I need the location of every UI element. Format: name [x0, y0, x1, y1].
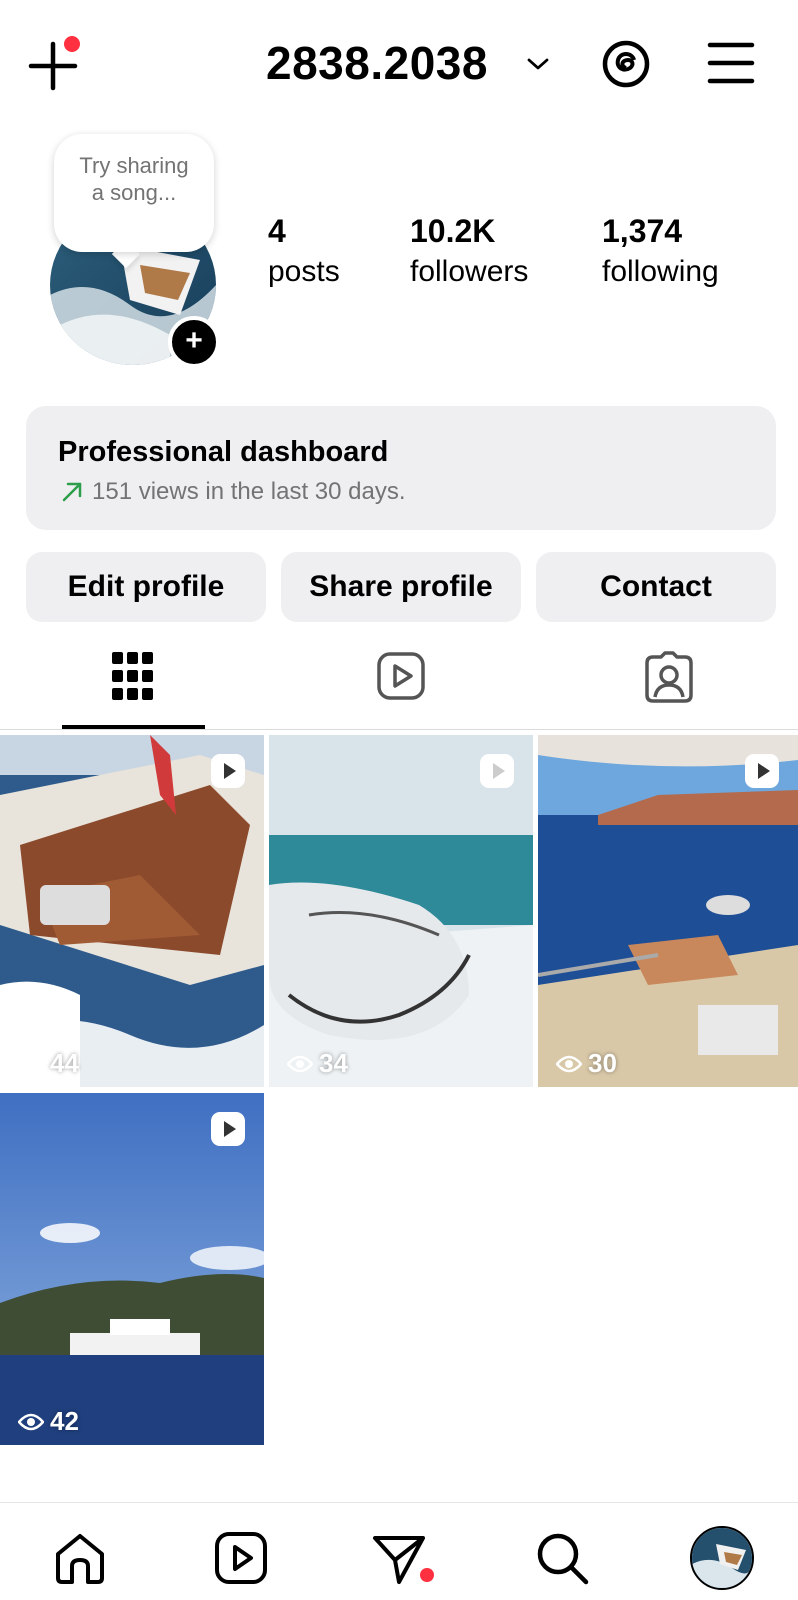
view-count-value: 42: [50, 1406, 79, 1436]
post-tile[interactable]: 44: [0, 735, 264, 1087]
views-icon: [18, 1413, 44, 1430]
notification-dot: [64, 36, 80, 52]
menu-icon[interactable]: [707, 40, 755, 86]
reels-nav-icon[interactable]: [213, 1530, 269, 1586]
share-profile-button[interactable]: Share profile: [281, 552, 521, 622]
stat-posts-label: posts: [268, 255, 340, 288]
dashboard-subtitle: 151 views in the last 30 days.: [92, 478, 406, 505]
view-count: 44: [18, 1048, 79, 1079]
stat-following[interactable]: 1,374 following: [602, 212, 719, 292]
reel-icon: [211, 754, 245, 788]
view-count-value: 34: [319, 1048, 348, 1078]
views-icon: [287, 1055, 313, 1072]
reel-icon: [211, 1112, 245, 1146]
view-count: 42: [18, 1406, 79, 1437]
post-tile[interactable]: 30: [538, 735, 798, 1087]
contact-button[interactable]: Contact: [536, 552, 776, 622]
post-tile[interactable]: 34: [269, 735, 533, 1087]
bottom-nav-divider: [0, 1502, 798, 1503]
view-count: 34: [287, 1048, 348, 1079]
add-story-icon[interactable]: +: [168, 316, 220, 368]
stat-posts-value: 4: [268, 213, 286, 249]
tab-divider: [0, 729, 798, 730]
edit-profile-button[interactable]: Edit profile: [26, 552, 266, 622]
post-tile[interactable]: 42: [0, 1093, 264, 1445]
note-bubble-text: Try sharing a song...: [79, 153, 189, 205]
stat-followers-label: followers: [410, 255, 529, 288]
tagged-icon[interactable]: [643, 651, 695, 703]
stat-followers[interactable]: 10.2K followers: [410, 212, 528, 292]
reel-icon: [745, 754, 779, 788]
account-username[interactable]: 2838.2038: [266, 36, 488, 90]
stat-followers-value: 10.2K: [410, 213, 496, 249]
messages-notification-dot: [420, 1568, 434, 1582]
view-count-value: 44: [50, 1048, 79, 1078]
chevron-down-icon[interactable]: [526, 52, 550, 76]
threads-icon[interactable]: [600, 38, 652, 90]
grid-icon[interactable]: [112, 652, 154, 702]
view-count-value: 30: [588, 1048, 617, 1078]
messages-icon[interactable]: [371, 1530, 427, 1586]
reels-tab-icon[interactable]: [376, 651, 426, 701]
stat-following-value: 1,374: [602, 213, 683, 249]
view-count: 30: [556, 1048, 617, 1079]
views-icon: [556, 1055, 582, 1072]
create-button[interactable]: [26, 36, 80, 92]
home-icon[interactable]: [52, 1530, 108, 1586]
dashboard-title: Professional dashboard: [58, 436, 389, 468]
trend-up-icon: [62, 482, 82, 502]
search-icon[interactable]: [534, 1530, 590, 1586]
profile-nav-avatar[interactable]: [690, 1526, 754, 1590]
reel-icon: [480, 754, 514, 788]
note-bubble[interactable]: Try sharing a song...: [54, 134, 214, 252]
stat-posts[interactable]: 4 posts: [268, 212, 340, 292]
stat-following-label: following: [602, 255, 719, 288]
views-icon: [18, 1055, 44, 1072]
